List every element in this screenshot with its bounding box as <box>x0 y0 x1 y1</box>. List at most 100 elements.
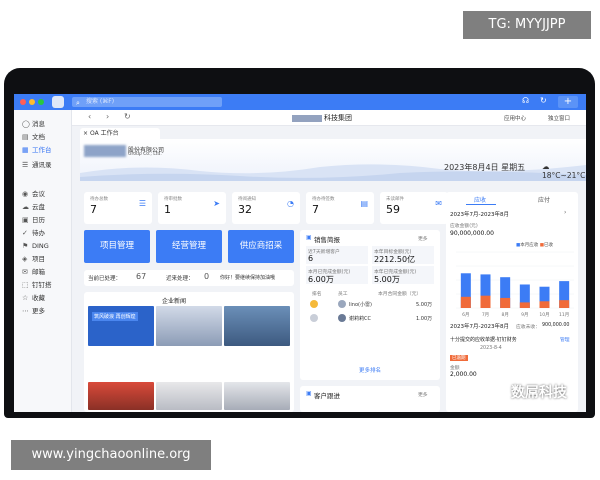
sidebar-item-11[interactable]: ⬚ 钉钉搭 <box>20 279 70 292</box>
chevron-right-icon[interactable]: › <box>564 209 566 216</box>
weather-temp: 18°C~21°C <box>542 171 586 180</box>
total-value: 90,000,000.00 <box>450 230 494 237</box>
add-button[interactable]: + <box>558 96 578 108</box>
org-logo-blur <box>292 114 322 122</box>
avatar[interactable] <box>52 96 64 108</box>
supplier-procurement-button[interactable]: 供应商招采 <box>228 230 294 263</box>
rank-amount: 5.00万 <box>416 302 433 308</box>
customer-more-link[interactable]: 更多 <box>418 391 428 398</box>
item-amount-label: 金额 <box>450 366 460 371</box>
window-toggle-link[interactable]: 独立窗口 <box>548 114 570 122</box>
sidebar-item-3[interactable]: ☰ 通讯录 <box>20 159 70 172</box>
cloud-icon: ☁ <box>22 203 29 211</box>
workbench-icon: ▦ <box>22 146 29 154</box>
sidebar-item-5[interactable]: ☁ 云盘 <box>20 201 70 214</box>
bar-已收-7月[interactable] <box>480 295 491 308</box>
rank-amount: 1.00万 <box>416 316 433 322</box>
news-image-team[interactable] <box>224 382 290 410</box>
sidebar-item-12[interactable]: ☆ 收藏 <box>20 292 70 305</box>
chart-legend: ■本月应收 ■已收 <box>516 242 553 248</box>
sidebar-item-4[interactable]: ◉ 会议 <box>20 188 70 201</box>
sidebar-item-2[interactable]: ▦ 工作台 <box>20 144 70 157</box>
target-value: 2212.50亿 <box>374 255 416 264</box>
history-icon[interactable]: ↻ <box>540 96 547 105</box>
item-title[interactable]: 十分提交的应收单据-钉钉财务 <box>450 336 517 343</box>
rank-row-2[interactable]: 谢莉莉CC 1.00万 <box>310 314 440 326</box>
tab-payable[interactable]: 应付 <box>538 195 550 204</box>
news-image-meeting[interactable] <box>156 306 222 346</box>
search-placeholder: 搜索 (⌘F) <box>86 98 115 105</box>
app-center-link[interactable]: 应用中心 <box>504 114 526 122</box>
bar-已收-9月[interactable] <box>519 302 530 308</box>
news-image-group[interactable] <box>156 382 222 410</box>
sidebar-item-label: 日历 <box>32 216 45 224</box>
stat-card-3[interactable]: 待办待签数 7 ▤ <box>306 192 374 224</box>
news-image-event[interactable] <box>88 382 154 410</box>
sidebar-item-label: 会议 <box>32 190 45 198</box>
bar-已收-11月[interactable] <box>559 300 570 308</box>
sidebar-item-label: 工作台 <box>32 146 52 154</box>
bar-已收-8月[interactable] <box>500 297 511 308</box>
rank-name: 谢莉莉CC <box>349 316 371 322</box>
todo-icon: ✓ <box>22 229 28 237</box>
x-tick-label: 9月 <box>521 312 528 318</box>
close-dot-icon[interactable] <box>20 99 26 105</box>
sidebar-item-6[interactable]: ▣ 日历 <box>20 214 70 227</box>
sidebar-item-8[interactable]: ⚑ DING <box>20 240 70 253</box>
month-done-value: 6.00万 <box>308 275 334 284</box>
stat-label: 待办总数 <box>90 197 108 202</box>
send-icon: ➤ <box>213 199 220 208</box>
news-banner-text: 筑风破浪 再创辉煌 <box>92 312 138 321</box>
refresh-icon[interactable]: ↻ <box>124 112 131 121</box>
sales-more-link[interactable]: 更多 <box>418 235 428 242</box>
nav-bar: ‹ › ↻ 科技集团 应用中心 独立窗口 <box>72 110 586 126</box>
stat-card-1[interactable]: 待审批数 1 ➤ <box>158 192 226 224</box>
back-arrow-icon[interactable]: ‹ <box>88 112 91 121</box>
tab-receivable[interactable]: 应收 <box>474 195 486 204</box>
sales-brief-panel: ▣ 销售简报 更多 近7天新增客户 6 本年目标金额(元) 2212.50亿 本… <box>300 230 440 380</box>
minimize-dot-icon[interactable] <box>29 99 35 105</box>
stat-card-4[interactable]: 未读邮件 59 ✉ <box>380 192 448 224</box>
document-icon: ▤ <box>22 133 29 141</box>
sidebar-item-10[interactable]: ✉ 邮箱 <box>20 266 70 279</box>
sidebar-item-7[interactable]: ✓ 待办 <box>20 227 70 240</box>
headset-icon[interactable]: ☊ <box>522 96 529 105</box>
bar-已收-10月[interactable] <box>539 301 550 308</box>
stat-label: 待办待签数 <box>312 197 335 202</box>
rank-row-1[interactable]: lino(小雷) 5.00万 <box>310 300 440 312</box>
sidebar-item-0[interactable]: ◯ 消息 <box>20 118 70 131</box>
search-input[interactable]: ⌕ 搜索 (⌘F) <box>72 97 222 107</box>
legend-received: 本月应收 <box>520 243 539 248</box>
sidebar: ◯ 消息 ▤ 文档 ▦ 工作台 ☰ 通讯录 ◉ 会议 ☁ 云盘 ▣ 日历 ✓ 待办 ⚑ DING ◈ 项目 ✉ 邮箱 ⬚ 钉钉… <box>14 110 72 412</box>
project-management-button[interactable]: 项目管理 <box>84 230 150 263</box>
forward-arrow-icon[interactable]: › <box>106 112 109 121</box>
more-rank-link[interactable]: 更多排名 <box>300 366 440 374</box>
news-image-banner[interactable]: 筑风破浪 再创辉煌 <box>88 306 154 346</box>
page-title: 科技集团 <box>292 113 352 123</box>
target-box: 本年目标金额(元) 2212.50亿 <box>372 246 434 264</box>
company-sub: Group Co., Ltd. <box>128 152 162 157</box>
bell-icon: ◔ <box>287 199 294 208</box>
company-logo <box>84 145 126 157</box>
month-done-box: 本月已完成金额(元) 6.00万 <box>306 266 368 284</box>
sidebar-item-9[interactable]: ◈ 项目 <box>20 253 70 266</box>
tab-close-icon[interactable]: × <box>83 128 88 139</box>
operation-management-button[interactable]: 经营管理 <box>156 230 222 263</box>
sidebar-item-label: 云盘 <box>32 203 45 211</box>
wechat-icon <box>492 386 508 400</box>
avatar <box>338 300 346 308</box>
done-label: 当前已处理： <box>88 276 122 282</box>
customer-title: 客户跟进 <box>314 392 340 400</box>
stat-value: 32 <box>238 203 252 216</box>
stat-card-0[interactable]: 待办总数 7 ☰ <box>84 192 152 224</box>
maximize-dot-icon[interactable] <box>38 99 44 105</box>
bar-已收-6月[interactable] <box>460 296 471 308</box>
sidebar-item-label: 邮箱 <box>32 268 45 276</box>
news-image-stage[interactable] <box>224 306 290 346</box>
sidebar-item-1[interactable]: ▤ 文档 <box>20 131 70 144</box>
stat-card-2[interactable]: 待阅通知 32 ◔ <box>232 192 300 224</box>
tab-oa-workbench[interactable]: × OA 工作台 <box>80 128 160 139</box>
item-manage-link[interactable]: 管理 <box>560 336 570 343</box>
year-done-value: 5.00万 <box>374 275 400 284</box>
sidebar-item-13[interactable]: ⋯ 更多 <box>20 305 70 318</box>
